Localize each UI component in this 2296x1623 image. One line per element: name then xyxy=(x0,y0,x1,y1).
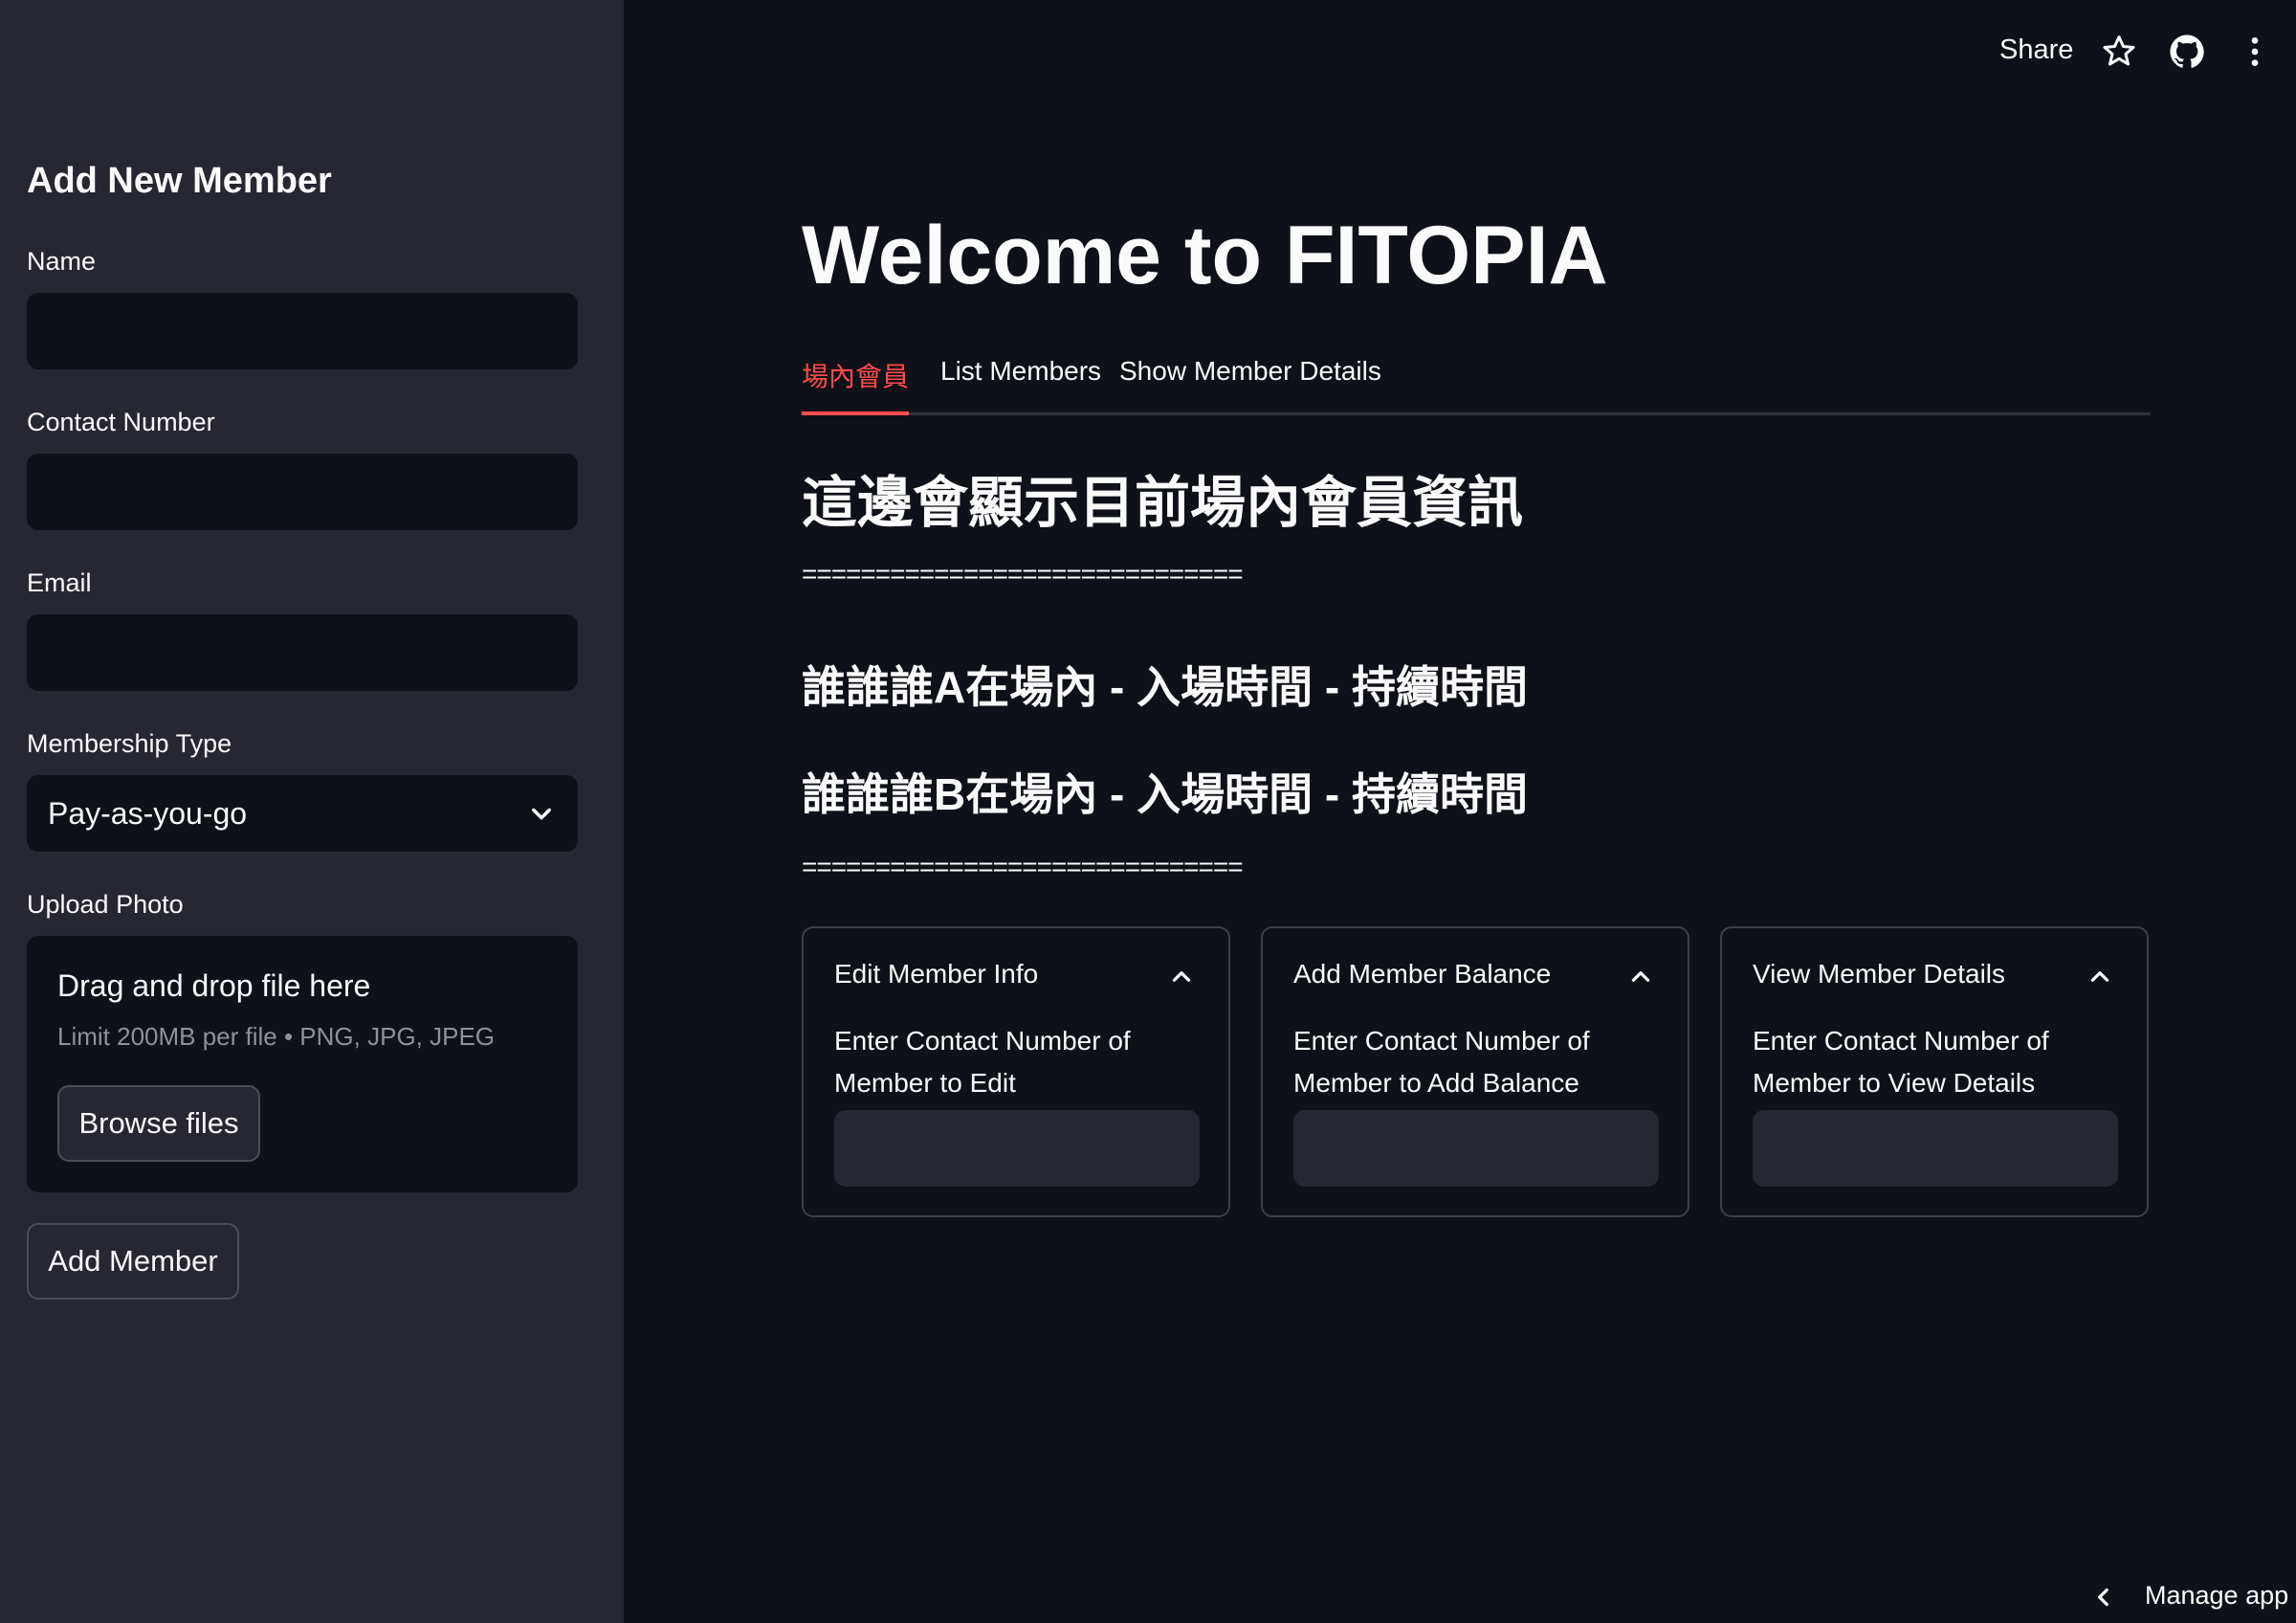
manage-app-button[interactable]: Manage app xyxy=(2145,1581,2288,1611)
chevron-up-icon[interactable] xyxy=(1628,965,1653,989)
email-input[interactable] xyxy=(27,614,578,691)
balance-contact-label: Enter Contact Number of Member to Add Ba… xyxy=(1293,1026,1590,1098)
tab-bar: 場內會員 List Members Show Member Details xyxy=(802,354,2151,415)
name-label: Name xyxy=(27,247,97,276)
membership-type-value: Pay-as-you-go xyxy=(48,795,248,831)
view-member-details-expander: View Member Details Enter Contact Number… xyxy=(1720,926,2149,1217)
name-input[interactable] xyxy=(27,293,578,369)
sidebar: Add New Member Name Contact Number Email… xyxy=(0,0,624,1623)
details-contact-input[interactable] xyxy=(1753,1110,2118,1187)
chevron-left-icon[interactable] xyxy=(2091,1583,2116,1612)
star-icon[interactable] xyxy=(2100,33,2138,71)
separator-top: ============================== xyxy=(802,559,1244,589)
upload-limit-text: Limit 200MB per file • PNG, JPG, JPEG xyxy=(57,1022,496,1051)
upload-photo-label: Upload Photo xyxy=(27,890,184,919)
chevron-down-icon xyxy=(532,808,551,820)
sidebar-title: Add New Member xyxy=(27,161,332,201)
member-row: 誰誰誰A在場內 - 入場時間 - 持續時間 xyxy=(802,662,1528,712)
edit-contact-label: Enter Contact Number of Member to Edit xyxy=(834,1026,1131,1098)
edit-member-info-expander: Edit Member Info Enter Contact Number of… xyxy=(802,926,1230,1217)
file-uploader-dropzone[interactable]: Drag and drop file here Limit 200MB per … xyxy=(27,936,578,1192)
page-title: Welcome to FITOPIA xyxy=(802,210,1608,301)
tab-show-member-details[interactable]: Show Member Details xyxy=(1119,356,1381,415)
membership-type-select[interactable]: Pay-as-you-go xyxy=(27,775,578,852)
expander-title[interactable]: Edit Member Info xyxy=(834,959,1038,989)
member-row: 誰誰誰B在場內 - 入場時間 - 持續時間 xyxy=(802,769,1528,819)
github-icon[interactable] xyxy=(2168,33,2206,71)
browse-files-button[interactable]: Browse files xyxy=(57,1085,260,1162)
add-member-button[interactable]: Add Member xyxy=(27,1223,239,1300)
chevron-up-icon[interactable] xyxy=(2087,965,2112,989)
section-heading: 這邊會顯示目前場內會員資訊 xyxy=(802,472,1524,534)
tab-list-members[interactable]: List Members xyxy=(940,356,1101,415)
balance-contact-input[interactable] xyxy=(1293,1110,1659,1187)
expander-title[interactable]: Add Member Balance xyxy=(1293,959,1551,989)
email-label: Email xyxy=(27,568,92,597)
contact-number-label: Contact Number xyxy=(27,408,215,436)
upload-drag-text: Drag and drop file here xyxy=(57,968,371,1003)
more-vertical-icon[interactable] xyxy=(2236,33,2274,71)
tab-members-in-gym[interactable]: 場內會員 xyxy=(802,356,910,415)
details-contact-label: Enter Contact Number of Member to View D… xyxy=(1753,1026,2049,1098)
add-member-balance-expander: Add Member Balance Enter Contact Number … xyxy=(1261,926,1689,1217)
membership-type-label: Membership Type xyxy=(27,729,232,758)
edit-contact-input[interactable] xyxy=(834,1110,1200,1187)
chevron-up-icon[interactable] xyxy=(1169,965,1194,989)
share-button[interactable]: Share xyxy=(1999,34,2073,66)
contact-number-input[interactable] xyxy=(27,454,578,530)
separator-bottom: ============================== xyxy=(802,852,1244,881)
expander-title[interactable]: View Member Details xyxy=(1753,959,2005,989)
